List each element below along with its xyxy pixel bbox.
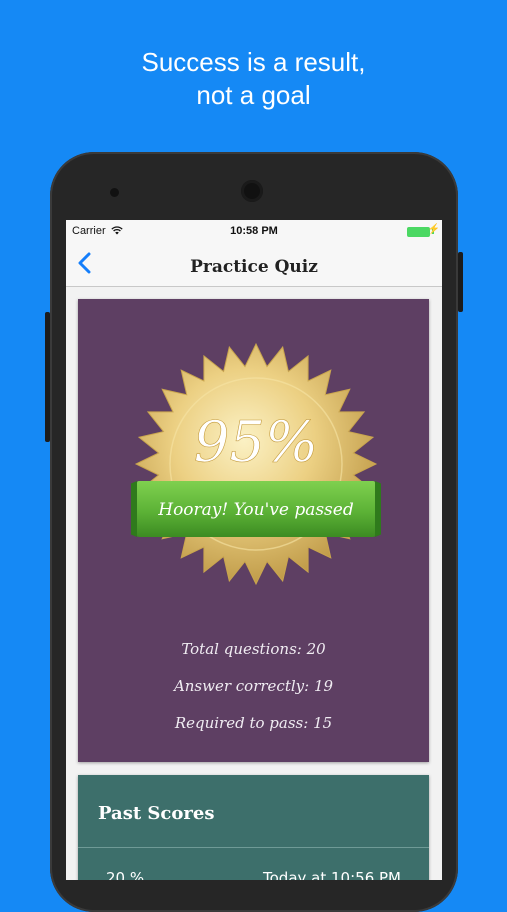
past-scores-card: Past Scores 20 % Today at 10:56 PM <box>78 775 429 880</box>
page-title: Practice Quiz <box>190 257 318 277</box>
navigation-bar: Practice Quiz <box>66 242 442 287</box>
total-questions: Total questions: 20 <box>181 640 326 658</box>
front-camera <box>110 188 119 197</box>
past-score-percent: 20 % <box>106 869 145 880</box>
tagline-line-1: Success is a result, <box>141 47 366 77</box>
battery-icon <box>407 227 430 237</box>
content-area: 95% Hooray! You've passed Total question… <box>66 287 442 880</box>
app-screen: Carrier 10:58 PM ⚡ Practice Quiz 95% Hoo… <box>66 220 442 880</box>
earpiece-speaker <box>241 180 263 202</box>
divider <box>78 847 429 848</box>
passed-banner: Hooray! You've passed <box>157 500 354 520</box>
charging-bolt-icon: ⚡ <box>427 224 440 235</box>
volume-button <box>45 312 50 442</box>
past-score-date: Today at 10:56 PM <box>263 869 401 880</box>
past-scores-title: Past Scores <box>98 803 215 824</box>
power-button <box>458 252 463 312</box>
result-card: 95% Hooray! You've passed Total question… <box>78 299 429 762</box>
tagline-line-2: not a goal <box>196 80 311 110</box>
status-bar: Carrier 10:58 PM ⚡ <box>66 220 442 242</box>
score-percent: 95% <box>194 410 318 475</box>
phone-frame: Carrier 10:58 PM ⚡ Practice Quiz 95% Hoo… <box>45 152 463 912</box>
gold-seal-icon: 95% Hooray! You've passed <box>131 342 381 586</box>
required-to-pass: Required to pass: 15 <box>174 714 333 732</box>
clock: 10:58 PM <box>230 225 278 237</box>
tagline: Success is a result, not a goal <box>0 46 507 112</box>
answered-correctly: Answer correctly: 19 <box>173 677 334 695</box>
